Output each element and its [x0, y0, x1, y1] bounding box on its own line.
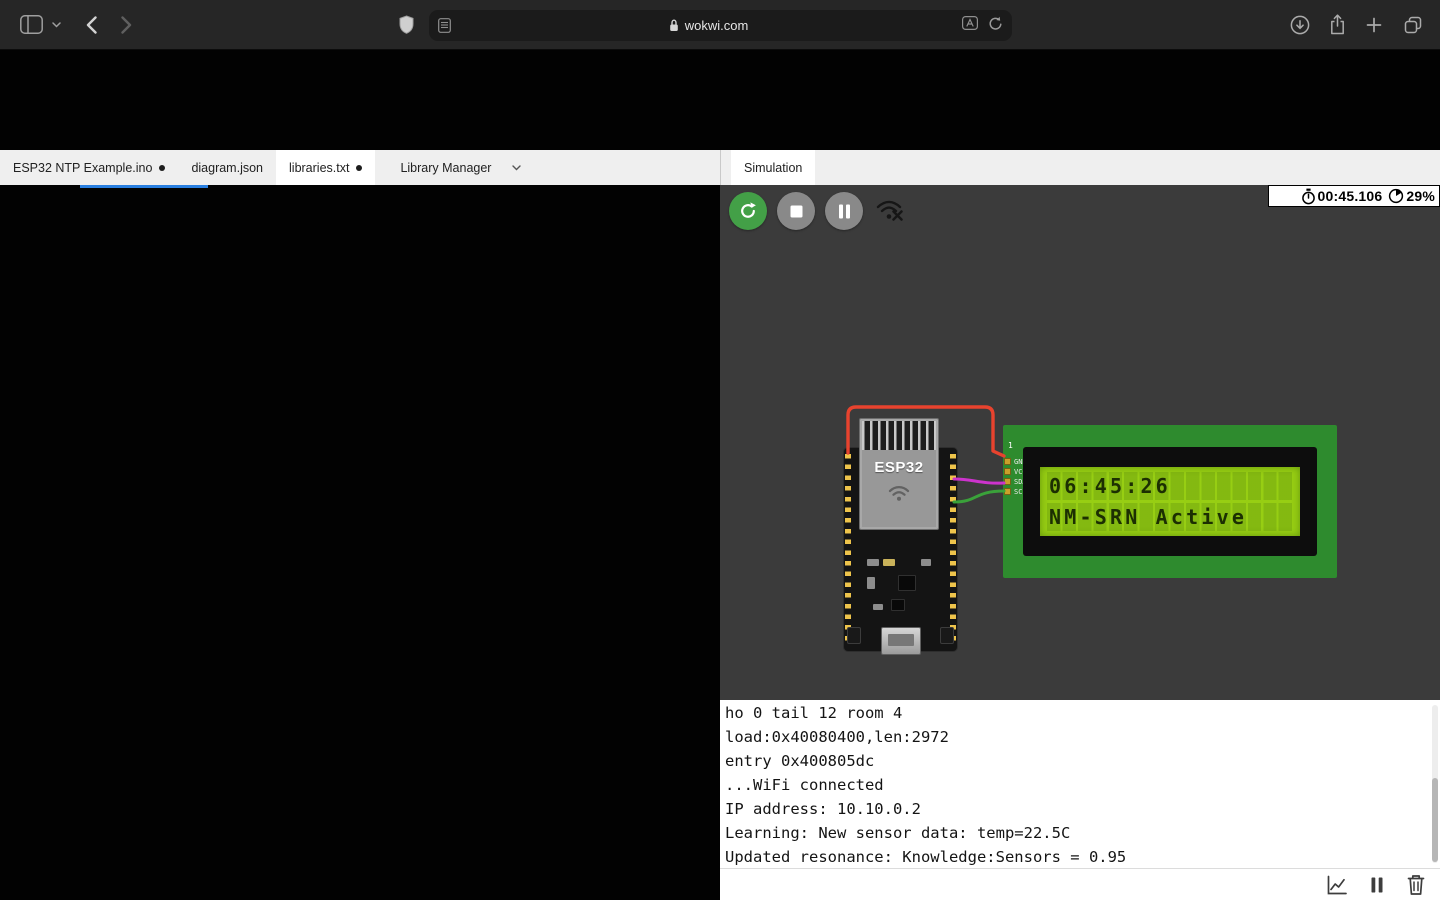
browser-chrome: wokwi.com: [0, 0, 1440, 50]
editor-pane: ESP32 NTP Example.ino diagram.json libra…: [0, 150, 720, 900]
stop-icon: [790, 205, 803, 218]
board-chip: [898, 575, 916, 591]
editor-top-area: [0, 50, 1440, 150]
downloads-icon[interactable]: [1290, 15, 1310, 35]
serial-line: ...WiFi connected: [725, 773, 1426, 797]
esp32-board[interactable]: ESP32: [843, 447, 958, 652]
restart-icon: [738, 201, 758, 221]
simulation-pane: Simulation 00:45.106 29%: [720, 150, 1440, 900]
cpu-speed: 29%: [1406, 188, 1435, 204]
tab-label: diagram.json: [191, 161, 263, 175]
board-component: [883, 559, 895, 566]
simulation-status-bar: 00:45.106 29%: [1268, 185, 1440, 207]
privacy-shield-icon[interactable]: [399, 15, 414, 34]
tab-label: libraries.txt: [289, 161, 349, 175]
esp32-wroom-module: ESP32: [859, 418, 939, 530]
board-component: [867, 559, 879, 566]
lcd-pin-vcc[interactable]: [1004, 468, 1011, 475]
back-button[interactable]: [86, 16, 97, 34]
lcd-pin-gnd[interactable]: [1004, 458, 1011, 465]
wire-green: [954, 491, 1004, 502]
elapsed-time: 00:45.106: [1318, 188, 1383, 204]
serial-monitor[interactable]: ho 0 tail 12 room 4 load:0x40080400,len:…: [720, 700, 1440, 868]
esp32-wifi-logo-icon: [887, 483, 911, 502]
lcd-line-2: NM-SRN Active: [1047, 503, 1294, 531]
boot-button[interactable]: [940, 627, 954, 644]
editor-cursor-indicator: [80, 185, 208, 188]
board-chip: [891, 599, 905, 611]
lock-icon: [669, 19, 679, 32]
board-component: [921, 559, 931, 566]
clear-serial-trash-icon[interactable]: [1405, 873, 1427, 896]
wire-magenta: [954, 479, 1004, 483]
esp32-label: ESP32: [860, 459, 938, 476]
chevron-down-icon: [512, 165, 521, 171]
toolbar-chevron-down-icon[interactable]: [52, 22, 61, 28]
editor-tabbar: ESP32 NTP Example.ino diagram.json libra…: [0, 150, 720, 185]
usb-connector: [881, 627, 921, 655]
tab-library-manager[interactable]: Library Manager: [387, 150, 534, 185]
tab-label: ESP32 NTP Example.ino: [13, 161, 152, 175]
reload-icon[interactable]: [988, 16, 1003, 36]
pause-simulation-button[interactable]: [825, 192, 863, 230]
tab-esp32-ntp-example[interactable]: ESP32 NTP Example.ino: [0, 150, 178, 185]
lcd-pin-sda[interactable]: [1004, 478, 1011, 485]
tab-libraries-txt[interactable]: libraries.txt: [276, 150, 375, 185]
unsaved-indicator-dot: [356, 165, 362, 171]
unsaved-indicator-dot: [159, 165, 165, 171]
serial-line: entry 0x400805dc: [725, 749, 1426, 773]
pause-icon: [838, 204, 851, 219]
tab-label: Library Manager: [400, 161, 491, 175]
stop-simulation-button[interactable]: [777, 192, 815, 230]
url-display: wokwi.com: [462, 18, 955, 33]
simulation-canvas[interactable]: 00:45.106 29% ESP32: [720, 185, 1440, 700]
esp32-pin-header-left[interactable]: [845, 454, 851, 644]
reader-icon[interactable]: [438, 18, 462, 33]
new-tab-icon[interactable]: [1366, 17, 1382, 33]
stopwatch-icon: [1301, 188, 1316, 205]
sidebar-toggle-icon[interactable]: [20, 15, 43, 34]
board-component: [873, 604, 883, 610]
en-button[interactable]: [847, 627, 861, 644]
lcd-line-1: 06:45:26: [1047, 472, 1294, 500]
serial-line: Learning: New sensor data: temp=22.5C: [725, 821, 1426, 845]
restart-simulation-button[interactable]: [729, 192, 767, 230]
screen: wokwi.com: [0, 0, 1440, 900]
wifi-off-icon[interactable]: [876, 199, 903, 227]
share-icon[interactable]: [1329, 14, 1346, 35]
lcd-bezel: 06:45:26 NM-SRN Active: [1023, 447, 1317, 556]
esp32-antenna: [862, 421, 936, 450]
lcd-pin1-label: 1: [1008, 441, 1013, 450]
tab-label: Simulation: [744, 161, 802, 175]
tab-simulation[interactable]: Simulation: [731, 150, 815, 185]
speed-gauge-icon: [1388, 188, 1404, 204]
serial-toolbar: [720, 868, 1440, 900]
serial-line: ho 0 tail 12 room 4: [725, 701, 1426, 725]
lcd1602[interactable]: 1 GND VCC SDA SCL 06:45:26 NM-SRN Active: [1003, 425, 1337, 578]
pause-serial-icon[interactable]: [1367, 874, 1387, 896]
lcd-pin-scl[interactable]: [1004, 488, 1011, 495]
tab-diagram-json[interactable]: diagram.json: [178, 150, 276, 185]
simulation-tabbar: Simulation: [720, 150, 1440, 185]
serial-line: IP address: 10.10.0.2: [725, 797, 1426, 821]
serial-line: Updated resonance: Knowledge:Sensors = 0…: [725, 845, 1426, 868]
tab-overview-icon[interactable]: [1403, 15, 1423, 35]
serial-line: load:0x40080400,len:2972: [725, 725, 1426, 749]
url-host: wokwi.com: [685, 18, 749, 33]
translate-icon[interactable]: [962, 16, 978, 35]
forward-button[interactable]: [121, 16, 132, 34]
address-bar[interactable]: wokwi.com: [429, 10, 1012, 41]
serial-scrollbar-thumb[interactable]: [1432, 778, 1438, 862]
lcd-screen: 06:45:26 NM-SRN Active: [1040, 467, 1300, 536]
board-component: [867, 577, 875, 589]
esp32-pin-header-right[interactable]: [950, 454, 956, 644]
plotter-icon[interactable]: [1325, 873, 1349, 897]
code-editor[interactable]: [0, 185, 720, 900]
